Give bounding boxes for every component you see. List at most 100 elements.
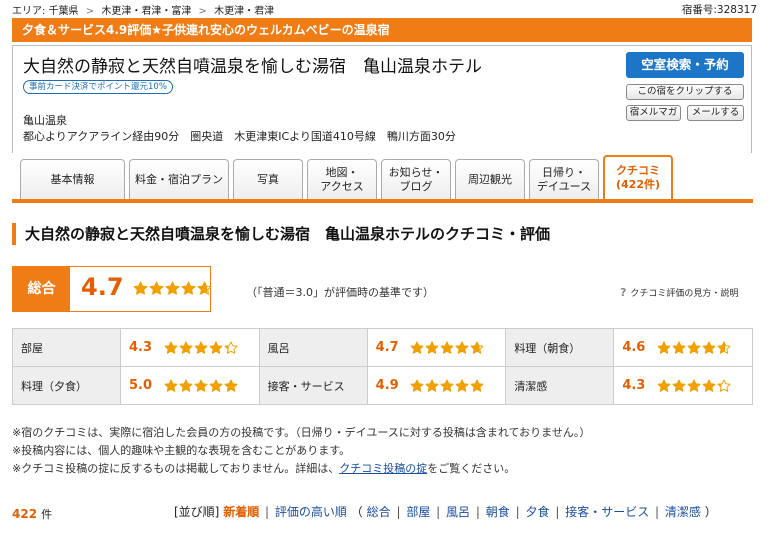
star-rating	[164, 340, 239, 355]
review-notes: ※宿のクチコミは、実際に宿泊した会員の方の投稿です。（日帰り・デイユースに対する…	[12, 424, 590, 478]
star-icon	[133, 281, 148, 295]
sort-overall[interactable]: 総合	[367, 505, 391, 519]
star-icon	[440, 340, 454, 354]
sort-divider: |	[555, 505, 560, 519]
sort-divider: |	[655, 505, 660, 519]
sort-bar: [並び順] 新着順 | 評価の高い順 （ 総合 | 部屋 | 風呂 | 朝食 |…	[174, 503, 717, 520]
star-rating	[410, 378, 485, 393]
star-icon	[209, 378, 223, 392]
sort-service[interactable]: 接客・サービス	[565, 505, 649, 519]
tab-bar: 基本情報 料金・宿泊プラン 写真 地図・ アクセス お知らせ・ ブログ 周辺観光…	[12, 153, 753, 203]
star-icon	[455, 378, 469, 392]
category-label: 清潔感	[505, 366, 615, 405]
note-line: ※クチコミ投稿の掟に反するものは掲載しておりません。詳細は、クチコミ投稿の掟をご…	[12, 460, 590, 478]
category-label: 部屋	[12, 328, 121, 367]
star-icon	[672, 340, 686, 354]
tab-reviews[interactable]: クチコミ (422件)	[603, 155, 673, 199]
star-rating	[657, 340, 732, 355]
category-score: 4.9	[375, 378, 399, 393]
sort-breakfast[interactable]: 朝食	[486, 505, 510, 519]
tab-day-use[interactable]: 日帰り・ デイユース	[529, 159, 599, 199]
star-icon	[209, 340, 223, 354]
star-icon	[194, 378, 208, 392]
vacancy-search-button[interactable]: 空室検索・予約	[626, 52, 744, 78]
tab-plans[interactable]: 料金・宿泊プラン	[129, 159, 229, 199]
rating-help-link[interactable]: ? クチコミ評価の見方・説明	[620, 286, 738, 299]
star-icon	[165, 281, 180, 295]
sort-divider: |	[265, 505, 270, 519]
star-icon	[164, 378, 178, 392]
category-value: 4.6	[613, 328, 753, 367]
category-label: 料理（朝食）	[505, 328, 615, 367]
category-label: 風呂	[258, 328, 368, 367]
table-row: 料理（夕食） 5.0 接客・サービス 4.9 清潔感 4.3	[12, 366, 753, 405]
star-icon	[410, 378, 424, 392]
star-icon	[657, 378, 671, 392]
category-ratings-table: 部屋 4.3 風呂 4.7 料理（朝食） 4.6 料理（夕食） 5.0 接客・サ…	[12, 328, 753, 405]
rating-basis-note: （「普通＝3.0」が評価時の基準です）	[246, 286, 434, 299]
sort-highest-rated[interactable]: 評価の高い順	[275, 505, 347, 519]
category-score: 4.3	[622, 378, 646, 393]
hotel-title: 大自然の静寂と天然自噴温泉を愉しむ湯宿 亀山温泉ホテル	[23, 57, 482, 77]
clip-button[interactable]: この宿をクリップする	[626, 84, 744, 100]
tab-sightseeing[interactable]: 周辺観光	[455, 159, 525, 199]
review-count-unit: 件	[41, 508, 53, 521]
star-icon	[470, 340, 484, 354]
star-icon	[164, 340, 178, 354]
hotel-header: 大自然の静寂と天然自噴温泉を愉しむ湯宿 亀山温泉ホテル 事前カード決済でポイント…	[12, 45, 752, 153]
breadcrumb-item-region[interactable]: 木更津・君津・富津	[101, 6, 191, 17]
card-payment-badge[interactable]: 事前カード決済でポイント還元10%	[23, 80, 173, 94]
sort-bath[interactable]: 風呂	[446, 505, 470, 519]
star-rating	[410, 340, 485, 355]
star-icon	[425, 378, 439, 392]
sort-divider: |	[475, 505, 480, 519]
category-score: 5.0	[129, 378, 153, 393]
star-icon	[410, 340, 424, 354]
inn-newsletter-button[interactable]: 宿メルマガ	[626, 105, 681, 121]
top-bar: エリア: 千葉県 > 木更津・君津・富津 > 木更津・君津 宿番号:328317	[0, 0, 771, 17]
star-icon	[672, 378, 686, 392]
star-icon	[440, 378, 454, 392]
star-icon	[224, 340, 238, 354]
sort-newest[interactable]: 新着順	[223, 505, 259, 519]
reviews-section-title: 大自然の静寂と天然自噴温泉を愉しむ湯宿 亀山温泉ホテルのクチコミ・評価	[12, 223, 550, 245]
review-rules-link[interactable]: クチコミ投稿の掟	[339, 462, 427, 475]
onsen-area-name: 亀山温泉	[23, 114, 67, 127]
star-icon	[687, 378, 701, 392]
sort-close-paren: ）	[704, 505, 717, 519]
star-icon	[194, 340, 208, 354]
category-score: 4.7	[375, 340, 399, 355]
star-icon	[179, 378, 193, 392]
category-value: 4.3	[120, 328, 260, 367]
breadcrumb-item-prefecture[interactable]: 千葉県	[49, 6, 79, 17]
sort-dinner[interactable]: 夕食	[525, 505, 549, 519]
tab-map-access[interactable]: 地図・ アクセス	[307, 159, 377, 199]
star-icon	[717, 378, 731, 392]
note-text: をご覧ください。	[427, 462, 516, 475]
tab-basic-info[interactable]: 基本情報	[20, 159, 125, 199]
sort-divider: |	[436, 505, 441, 519]
star-rating	[657, 378, 732, 393]
tab-photos[interactable]: 写真	[233, 159, 303, 199]
tab-news-blog[interactable]: お知らせ・ ブログ	[381, 159, 451, 199]
breadcrumb-item-area[interactable]: 木更津・君津	[214, 6, 274, 17]
breadcrumb-prefix: エリア:	[12, 6, 46, 17]
review-count: 422 件	[12, 506, 52, 522]
star-icon	[149, 281, 164, 295]
sort-open-paren: （	[350, 505, 363, 519]
star-icon	[455, 340, 469, 354]
star-rating	[164, 378, 239, 393]
question-icon: ?	[620, 286, 627, 299]
overall-score: 4.7	[81, 273, 124, 301]
star-icon	[181, 281, 196, 295]
star-rating	[133, 281, 213, 296]
send-mail-button[interactable]: メールする	[687, 105, 744, 121]
sort-cleanliness[interactable]: 清潔感	[665, 505, 701, 519]
breadcrumb-separator: >	[198, 6, 207, 17]
overall-rating: 総合 4.7	[12, 266, 213, 312]
note-line: ※宿のクチコミは、実際に宿泊した会員の方の投稿です。（日帰り・デイユースに対する…	[12, 426, 591, 439]
star-icon	[687, 340, 701, 354]
rating-help-text: クチコミ評価の見方・説明	[630, 289, 739, 299]
sort-room[interactable]: 部屋	[406, 505, 430, 519]
star-icon	[702, 340, 716, 354]
